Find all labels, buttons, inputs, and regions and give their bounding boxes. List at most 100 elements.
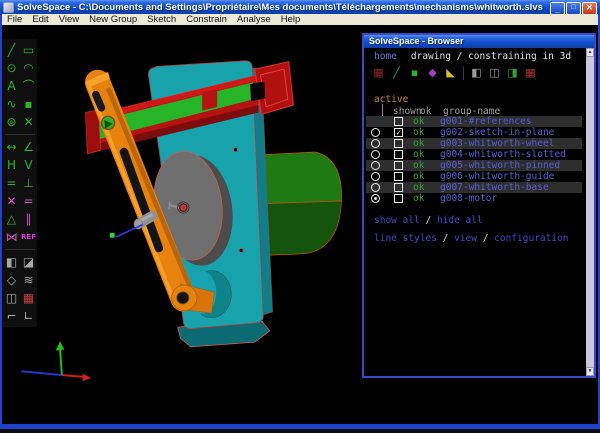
wheel-center-point[interactable] [178, 203, 188, 212]
menu-constrain[interactable]: Constrain [181, 14, 232, 25]
group-active-radio[interactable] [371, 161, 380, 170]
show-edges-icon[interactable]: ◫ [487, 65, 502, 81]
group-name-link[interactable]: g007-whitworth-base [440, 182, 549, 193]
menu-new-group[interactable]: New Group [84, 14, 142, 25]
symmetric-constraint-icon[interactable]: ⋈ [4, 228, 20, 246]
step-rotate-group-icon[interactable]: ◇ [4, 271, 20, 289]
home-link[interactable]: home [374, 51, 397, 62]
browser-window[interactable]: SolveSpace - Browser home drawing / const… [362, 33, 596, 378]
show-all-link[interactable]: show all [374, 215, 420, 226]
tangent-arc-tool-icon[interactable]: ⌒ [21, 77, 37, 95]
menu-analyse[interactable]: Analyse [232, 14, 276, 25]
browser-title-bar[interactable]: SolveSpace - Browser [364, 35, 594, 48]
show-normals-icon[interactable]: ╱ [389, 65, 404, 81]
vertical-constraint-icon[interactable]: V [21, 156, 37, 174]
group-active-radio[interactable] [371, 150, 380, 159]
group-shown-checkbox[interactable] [394, 172, 403, 181]
angle-constraint-icon[interactable]: ∠ [21, 138, 37, 156]
group-shown-checkbox[interactable] [394, 150, 403, 159]
perpendicular-constraint-icon[interactable]: ⊥ [21, 174, 37, 192]
group-shown-checkbox[interactable] [394, 139, 403, 148]
menu-bar: File Edit View New Group Sketch Constrai… [0, 14, 600, 25]
group-name-link[interactable]: g002-sketch-in-plane [440, 127, 554, 138]
group-name-link[interactable]: g006-whitworth-guide [440, 171, 554, 182]
configuration-link[interactable]: configuration [494, 233, 568, 244]
group-in-3d-icon[interactable]: ∟ [21, 307, 37, 325]
group-shown-checkbox[interactable] [394, 183, 403, 192]
datum-point-tool-icon[interactable]: ▪ [21, 95, 37, 113]
arc-tool-icon[interactable]: ◠ [21, 59, 37, 77]
separator-text: / [436, 233, 455, 244]
group-ok-status: ok [413, 171, 425, 182]
group-shown-checkbox[interactable] [394, 194, 403, 203]
show-outlines-icon[interactable]: ◨ [505, 65, 520, 81]
group-row: ok g004-whitworth-slotted [366, 149, 582, 160]
group-active-radio[interactable] [371, 194, 380, 203]
split-curves-tool-icon[interactable]: ✕ [21, 113, 37, 131]
group-shown-checkbox[interactable]: ✓ [394, 128, 403, 137]
parallel-constraint-icon[interactable]: ∥ [21, 210, 37, 228]
show-faces-icon[interactable]: ◣ [443, 65, 458, 81]
construction-tool-icon[interactable]: ⊚ [4, 113, 20, 131]
sketch-in-workplane-icon[interactable]: ◫ [4, 289, 20, 307]
show-workplanes-icon[interactable]: ▦ [371, 65, 386, 81]
group-active-radio[interactable] [371, 183, 380, 192]
group-active-radio[interactable] [371, 128, 380, 137]
title-bar[interactable]: SolveSpace - C:\Documents and Settings\P… [0, 0, 600, 15]
line-styles-link[interactable]: line styles [374, 233, 437, 244]
distance-constraint-icon[interactable]: ↔ [4, 138, 20, 156]
separator-text: / [476, 233, 495, 244]
show-points-icon[interactable]: ▪ [407, 65, 422, 81]
extrude-group-icon[interactable]: ◧ [4, 253, 20, 271]
app-icon [3, 1, 14, 13]
group-shown-checkbox[interactable] [394, 117, 403, 126]
scroll-down-button[interactable]: ▼ [586, 367, 594, 376]
browser-body: home drawing / constraining in 3d ▦ ╱ ▪ ◆ ◣ ◧ ◫… [364, 48, 594, 376]
scroll-up-button[interactable]: ▲ [586, 48, 594, 57]
activate-workplane-icon[interactable]: ▦ [21, 289, 37, 307]
group-row: ok g001-#references [366, 116, 582, 127]
show-constraints-icon[interactable]: ◆ [425, 65, 440, 81]
circle-tool-icon[interactable]: ⊙ [4, 59, 20, 77]
text-tool-icon[interactable]: A [4, 77, 20, 95]
close-button[interactable]: ✕ [582, 1, 597, 15]
oriented-same-constraint-icon[interactable]: △ [4, 210, 20, 228]
equal-length-constraint-icon[interactable]: = [21, 192, 37, 210]
menu-edit[interactable]: Edit [27, 14, 53, 25]
show-shaded-icon[interactable]: ◧ [469, 65, 484, 81]
menu-view[interactable]: View [54, 14, 84, 25]
group-active-radio[interactable] [371, 172, 380, 181]
motor-axis-vector[interactable] [109, 223, 144, 238]
view-link[interactable]: view [454, 233, 477, 244]
menu-sketch[interactable]: Sketch [142, 14, 181, 25]
group-name-link[interactable]: g003-whitworth-wheel [440, 138, 554, 149]
menu-help[interactable]: Help [276, 14, 306, 25]
browser-scrollbar[interactable]: ▲ ▼ [586, 48, 594, 376]
reference-dimension-icon[interactable]: REF [21, 228, 37, 246]
show-hide-links: show all / hide all [374, 215, 483, 226]
point-on-constraint-icon[interactable]: ✕ [4, 192, 20, 210]
group-name-link[interactable]: g001-#references [440, 116, 532, 127]
minimize-button[interactable]: _ [550, 1, 565, 15]
vector-endpoint[interactable] [109, 232, 115, 238]
group-name-link[interactable]: g004-whitworth-slotted [440, 149, 566, 160]
lathe-group-icon[interactable]: ◪ [21, 253, 37, 271]
menu-file[interactable]: File [2, 14, 27, 25]
line-tool-icon[interactable]: ╱ [4, 41, 20, 59]
y-axis [59, 348, 63, 376]
group-shown-checkbox[interactable] [394, 161, 403, 170]
viewport-3d[interactable]: ╱ ▭ ⊙ ◠ A ⌒ ∿ ▪ ⊚ ✕ ↔ ∠ H V = ⊥ ✕ = △ ∥ ⋈ REF ◧ ◪ ◇ ≋ ◫ ▦ ⌐ ∟ SolveSp… [0, 25, 600, 424]
group-name-link[interactable]: g008-motor [440, 193, 497, 204]
bezier-tool-icon[interactable]: ∿ [4, 95, 20, 113]
equal-constraint-icon[interactable]: = [4, 174, 20, 192]
step-translate-group-icon[interactable]: ≋ [21, 271, 37, 289]
group-in-workplane-icon[interactable]: ⌐ [4, 307, 20, 325]
horizontal-constraint-icon[interactable]: H [4, 156, 20, 174]
group-active-radio[interactable] [371, 139, 380, 148]
hide-all-link[interactable]: hide all [437, 215, 483, 226]
maximize-button[interactable]: □ [566, 1, 581, 15]
rectangle-tool-icon[interactable]: ▭ [21, 41, 37, 59]
group-name-link[interactable]: g005-whitworth-pinned [440, 160, 560, 171]
model-part-motor[interactable] [258, 151, 342, 256]
show-mesh-icon[interactable]: ▦ [523, 65, 538, 81]
